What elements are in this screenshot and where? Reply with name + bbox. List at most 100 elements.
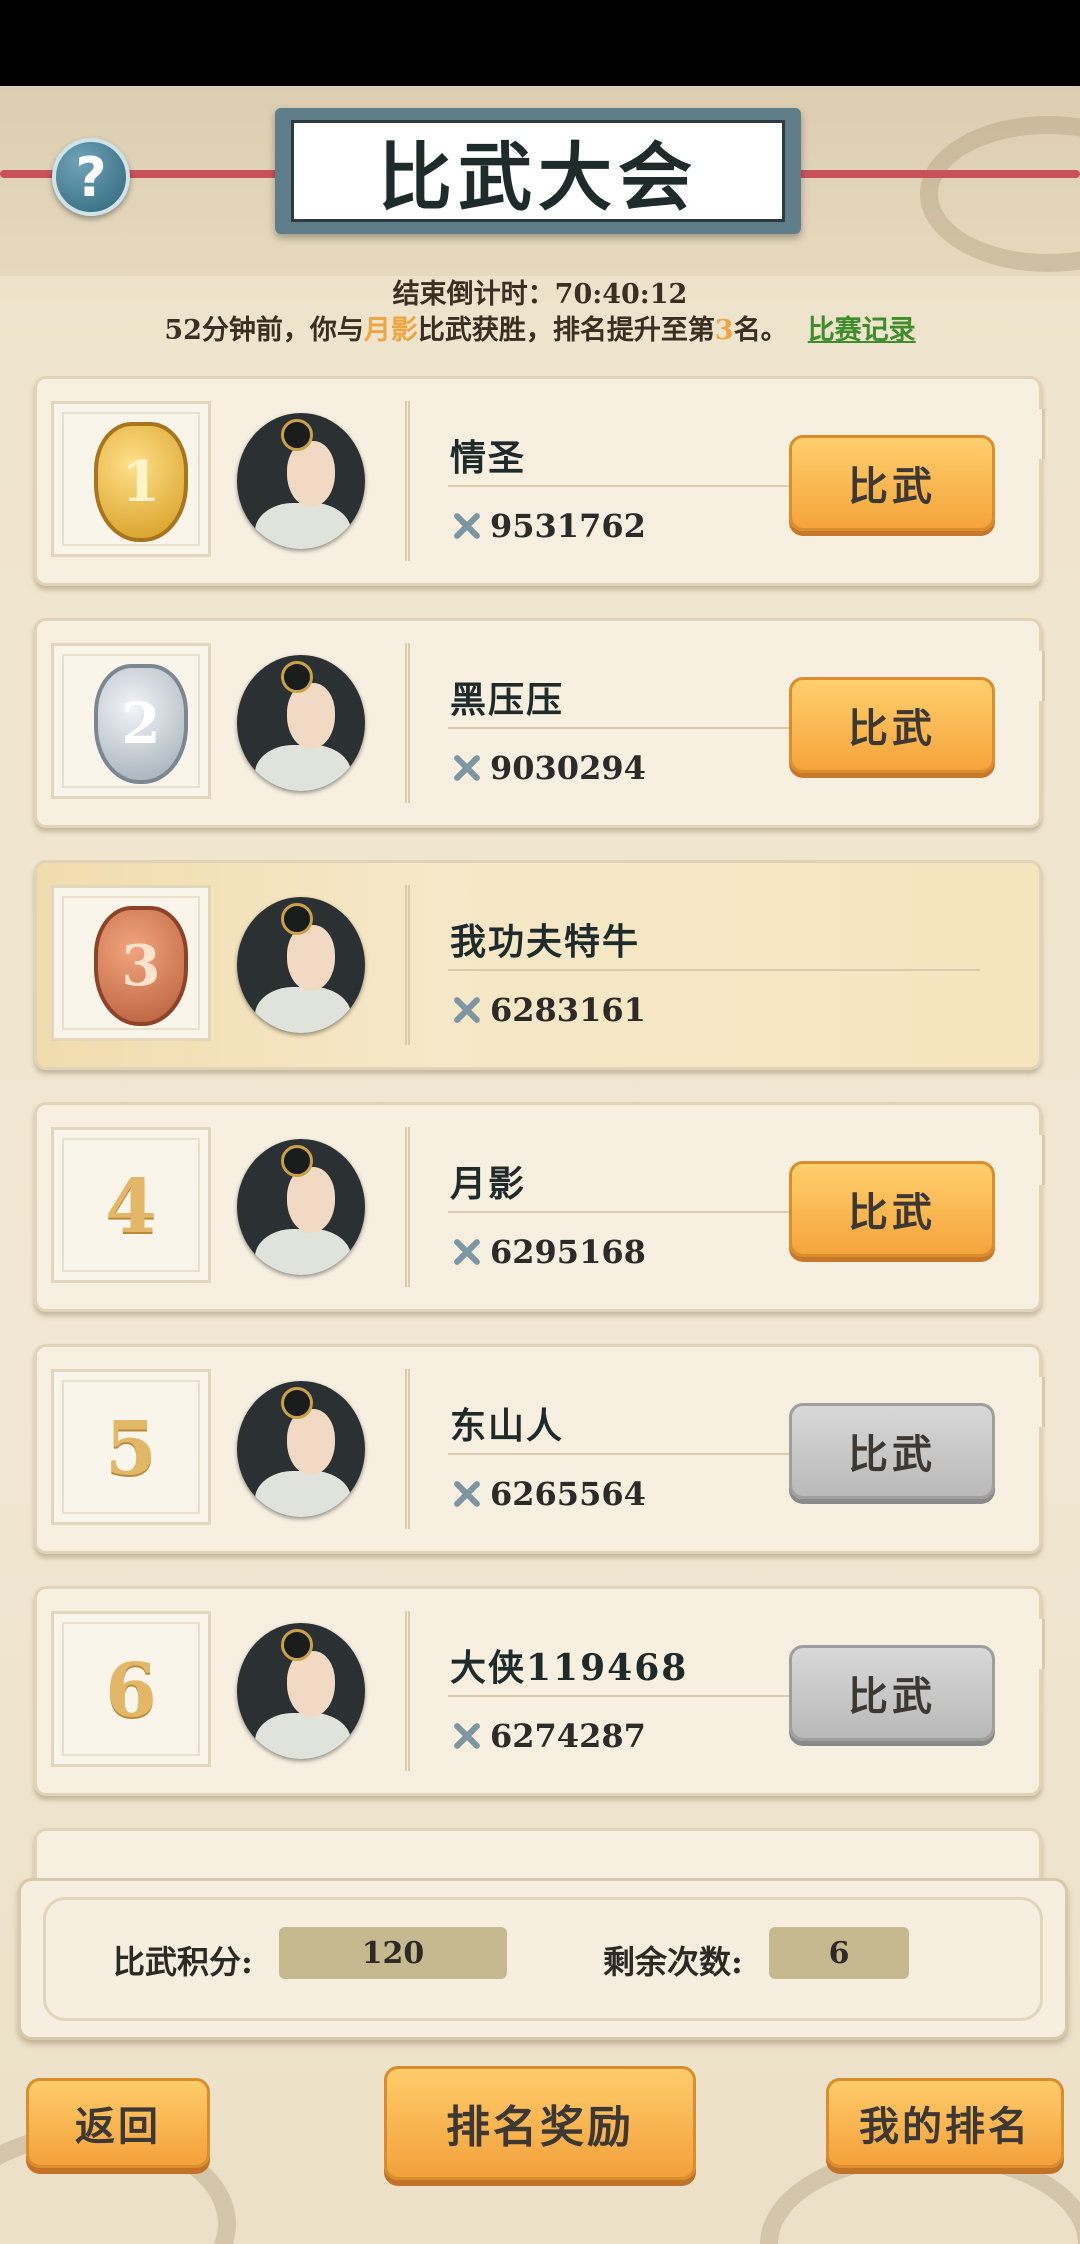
ranking-row: 6 大侠119468 6274287 比武	[34, 1586, 1045, 1796]
avatar[interactable]	[237, 655, 365, 791]
remaining-value: 6	[769, 1927, 909, 1979]
challenge-button-disabled[interactable]: 比武	[789, 1403, 995, 1499]
bronze-medal-icon: 3	[94, 906, 188, 1026]
news-middle: 比武获胜，排名提升至第	[417, 315, 715, 346]
divider	[448, 1695, 790, 1697]
rank-number: 3	[121, 933, 161, 999]
ranking-rewards-button[interactable]: 排名奖励	[384, 2066, 696, 2180]
challenge-button[interactable]: 比武	[789, 435, 995, 531]
news-opponent: 月影	[363, 315, 418, 346]
combat-power: 6295168	[450, 1233, 646, 1271]
rope-decoration	[0, 170, 290, 178]
ranking-row-self: 3 我功夫特牛 6283161	[34, 860, 1042, 1070]
combat-power: 9531762	[450, 507, 646, 545]
rank-badge-box: 2	[51, 643, 211, 799]
challenge-button-disabled[interactable]: 比武	[789, 1645, 995, 1741]
avatar-hair	[281, 1145, 313, 1177]
silver-medal-icon: 2	[94, 664, 188, 784]
rank-number: 5	[105, 1406, 157, 1492]
help-button[interactable]: ?	[52, 138, 130, 216]
torn-edge	[1030, 1135, 1045, 1185]
avatar-robe	[255, 503, 351, 549]
ranking-row: 5 东山人 6265564 比武	[34, 1344, 1045, 1554]
news-prefix: 52分钟前，你与	[164, 315, 364, 346]
crossed-swords-icon	[450, 1237, 484, 1267]
page-title: 比武大会	[378, 134, 698, 221]
combat-power-value: 6295168	[490, 1233, 646, 1271]
ranking-row: 2 黑压压 9030294 比武	[34, 618, 1045, 828]
rank-number: 6	[105, 1648, 157, 1734]
avatar-hair	[281, 661, 313, 693]
remaining-label: 剩余次数:	[603, 1943, 743, 1981]
avatar[interactable]	[237, 1381, 365, 1517]
crossed-swords-icon	[450, 1479, 484, 1509]
rank-number: 1	[121, 449, 161, 515]
avatar-robe	[255, 987, 351, 1033]
combat-power: 6274287	[450, 1717, 646, 1755]
crossed-swords-icon	[450, 995, 484, 1025]
question-mark-icon: ?	[75, 145, 107, 209]
rank-badge-box: 1	[51, 401, 211, 557]
player-name: 我功夫特牛	[450, 921, 641, 963]
divider	[448, 969, 980, 971]
challenge-button[interactable]: 比武	[789, 677, 995, 773]
avatar-robe	[255, 745, 351, 791]
avatar[interactable]	[237, 897, 365, 1033]
challenge-button[interactable]: 比武	[789, 1161, 995, 1257]
player-name: 月影	[450, 1163, 527, 1205]
arena-screen: ? 比武大会 结束倒计时：70:40:12 52分钟前，你与月影比武获胜，排名提…	[0, 86, 1080, 2244]
avatar-robe	[255, 1229, 351, 1275]
combat-power: 6265564	[450, 1475, 646, 1513]
player-name: 东山人	[450, 1405, 565, 1447]
rank-badge-box: 3	[51, 885, 211, 1041]
score-value: 120	[279, 1927, 507, 1979]
combat-power-value: 9030294	[490, 749, 646, 787]
avatar-hair	[281, 1387, 313, 1419]
ranking-row: 4 月影 6295168 比武	[34, 1102, 1045, 1312]
back-button[interactable]: 返回	[26, 2078, 210, 2168]
combat-power-value: 9531762	[490, 507, 646, 545]
player-name: 黑压压	[450, 679, 565, 721]
player-info: 我功夫特牛 6283161	[405, 885, 1020, 1045]
score-label: 比武积分:	[113, 1943, 253, 1981]
torn-edge	[1030, 651, 1045, 701]
avatar-hair	[281, 419, 313, 451]
battle-news: 52分钟前，你与月影比武获胜，排名提升至第3名。 比赛记录	[0, 308, 1080, 347]
rank-number: 4	[105, 1164, 157, 1250]
player-name: 大侠119468	[450, 1647, 689, 1689]
crossed-swords-icon	[450, 1721, 484, 1751]
combat-power: 9030294	[450, 749, 646, 787]
avatar-hair	[281, 903, 313, 935]
news-suffix: 名。	[733, 315, 788, 346]
combat-power-value: 6283161	[490, 991, 646, 1029]
combat-power-value: 6265564	[490, 1475, 646, 1513]
divider	[448, 1211, 790, 1213]
avatar[interactable]	[237, 1139, 365, 1275]
avatar-hair	[281, 1629, 313, 1661]
ranking-row: 1 情圣 9531762 比武	[34, 376, 1045, 586]
divider	[448, 485, 790, 487]
battle-record-link[interactable]: 比赛记录	[808, 315, 916, 346]
title-frame: 比武大会	[291, 120, 785, 222]
torn-edge	[1030, 409, 1045, 459]
combat-power: 6283161	[450, 991, 646, 1029]
rank-badge-box: 6	[51, 1611, 211, 1767]
rank-badge-box: 4	[51, 1127, 211, 1283]
avatar[interactable]	[237, 413, 365, 549]
status-bar	[0, 0, 1080, 86]
avatar-robe	[255, 1471, 351, 1517]
rank-badge-box: 5	[51, 1369, 211, 1525]
player-name: 情圣	[450, 437, 527, 479]
crossed-swords-icon	[450, 511, 484, 541]
crossed-swords-icon	[450, 753, 484, 783]
torn-edge	[1030, 1377, 1045, 1427]
title-plaque: 比武大会	[275, 108, 801, 234]
combat-power-value: 6274287	[490, 1717, 646, 1755]
avatar[interactable]	[237, 1623, 365, 1759]
torn-edge	[1030, 1619, 1045, 1669]
stats-panel: 比武积分: 120 剩余次数: 6	[18, 1878, 1068, 2040]
rope-decoration	[785, 170, 1080, 178]
my-ranking-button[interactable]: 我的排名	[826, 2078, 1064, 2168]
avatar-robe	[255, 1713, 351, 1759]
gold-medal-icon: 1	[94, 422, 188, 542]
